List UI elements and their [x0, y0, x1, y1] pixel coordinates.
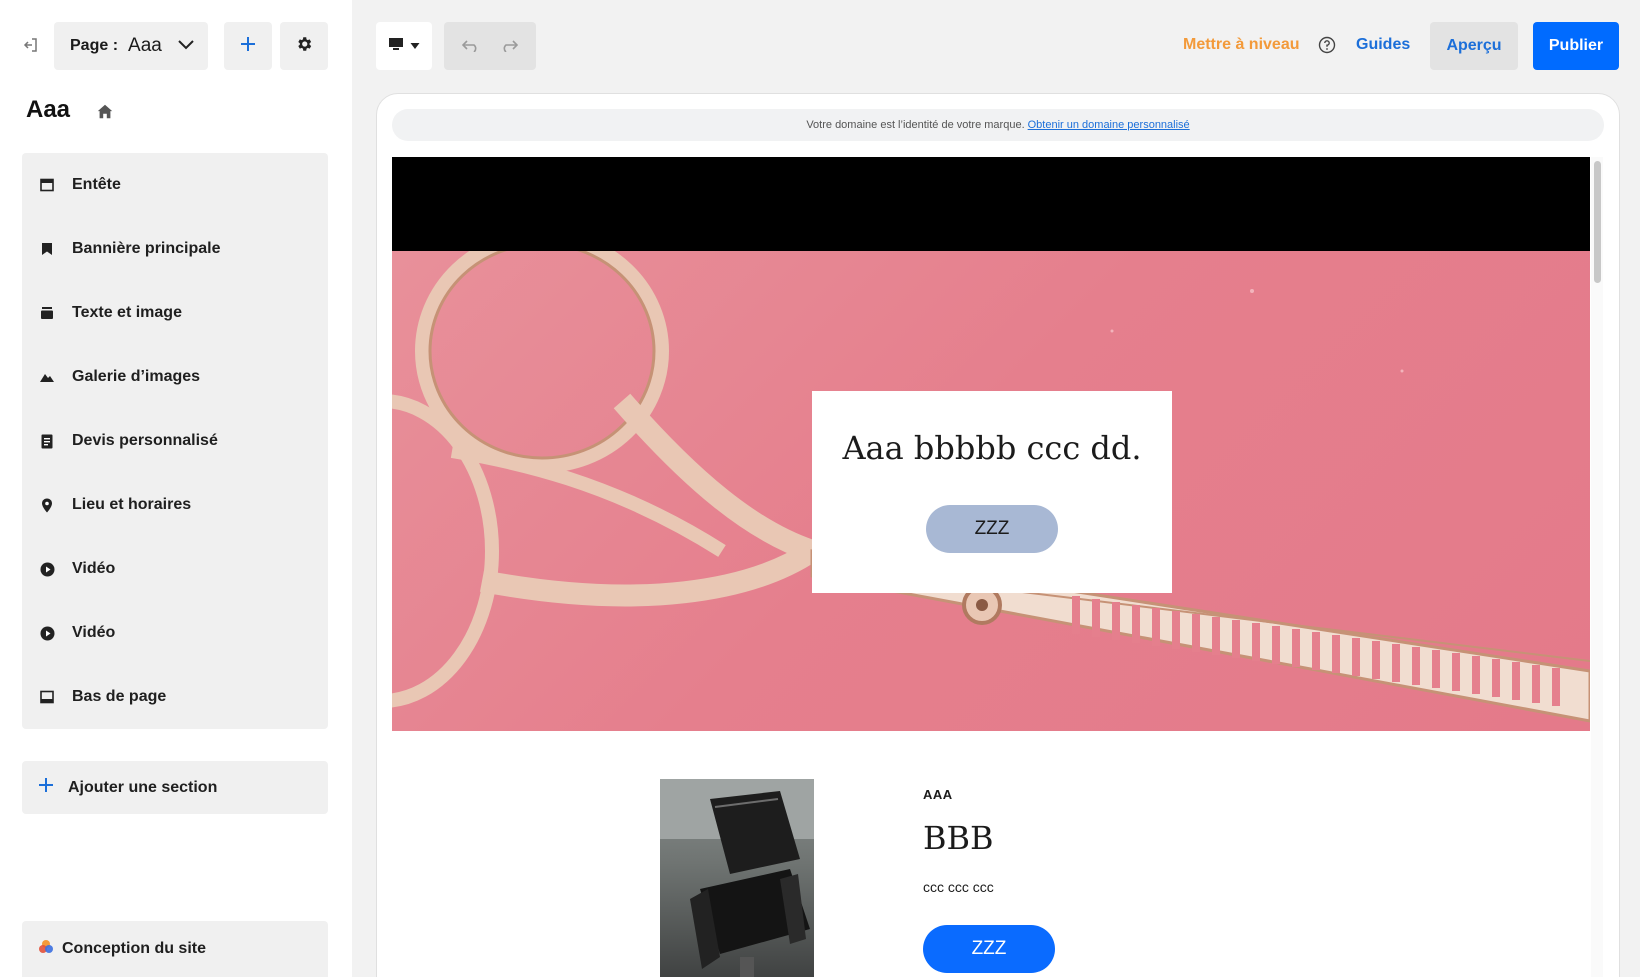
editor-canvas: Votre domaine est l’identité de votre ma…: [376, 93, 1620, 977]
text-image-section[interactable]: AAA BBB ccc ccc ccc ZZZ: [392, 731, 1590, 977]
section-item-label: Texte et image: [72, 304, 182, 321]
section-item-text-image[interactable]: Texte et image: [22, 281, 328, 345]
section-title[interactable]: BBB: [923, 819, 994, 857]
guides-link[interactable]: Guides: [1356, 36, 1410, 54]
preview-scrollbar[interactable]: [1591, 157, 1603, 977]
hero-banner[interactable]: Aaa bbbbb ccc dd. ZZZ: [392, 251, 1590, 731]
section-item-video[interactable]: Vidéo: [22, 537, 328, 601]
section-item-footer[interactable]: Bas de page: [22, 665, 328, 729]
section-item-location[interactable]: Lieu et horaires: [22, 473, 328, 537]
gear-icon: [295, 35, 313, 58]
undo-redo-group: [444, 22, 536, 70]
salon-chair-image[interactable]: [660, 779, 814, 977]
section-item-video-2[interactable]: Vidéo: [22, 601, 328, 665]
device-preview-toggle[interactable]: [376, 22, 432, 70]
section-item-label: Vidéo: [72, 560, 116, 577]
domain-notice-text: Votre domaine est l’identité de votre ma…: [806, 119, 1025, 131]
scrollbar-thumb[interactable]: [1594, 161, 1601, 283]
site-design-label: Conception du site: [62, 940, 206, 957]
chevron-down-icon: [178, 37, 194, 55]
section-item-label: Bannière principale: [72, 240, 221, 257]
bookmark-icon: [38, 240, 56, 258]
domain-notice-bar: Votre domaine est l’identité de votre ma…: [392, 109, 1604, 141]
plus-icon: [38, 777, 54, 798]
undo-icon[interactable]: [462, 40, 480, 52]
desktop-icon: [388, 37, 404, 56]
exit-icon[interactable]: [20, 34, 42, 56]
section-item-label: Vidéo: [72, 624, 116, 641]
page-select-value: Aaa: [128, 35, 162, 56]
hero-title[interactable]: Aaa bbbbb ccc dd.: [812, 429, 1172, 467]
section-item-label: Devis personnalisé: [72, 432, 218, 449]
section-item-label: Galerie d’images: [72, 368, 201, 385]
hero-cta-button[interactable]: ZZZ: [926, 505, 1058, 553]
site-header[interactable]: [392, 157, 1590, 251]
add-section-label: Ajouter une section: [68, 778, 218, 796]
sidebar: Page : Aaa Aaa Entête Bannière principal…: [0, 0, 352, 977]
upgrade-link[interactable]: Mettre à niveau: [1183, 36, 1299, 54]
caret-down-icon: [410, 37, 420, 55]
header-icon: [38, 176, 56, 194]
site-title: Aaa: [26, 96, 71, 123]
play-icon: [38, 560, 56, 578]
quote-form-icon: [38, 432, 56, 450]
section-item-gallery[interactable]: Galerie d’images: [22, 345, 328, 409]
text-image-icon: [38, 304, 56, 322]
section-list: Entête Bannière principale Texte et imag…: [22, 153, 328, 729]
page-select-label: Page :: [70, 37, 119, 54]
page-select[interactable]: Page : Aaa: [54, 22, 208, 70]
palette-icon: [38, 939, 54, 960]
custom-domain-link[interactable]: Obtenir un domaine personnalisé: [1028, 119, 1190, 131]
site-design-button[interactable]: Conception du site: [22, 921, 328, 977]
play-icon: [38, 624, 56, 642]
location-pin-icon: [38, 496, 56, 514]
section-item-label: Lieu et horaires: [72, 496, 192, 513]
section-item-quote[interactable]: Devis personnalisé: [22, 409, 328, 473]
footer-icon: [38, 688, 56, 706]
site-preview[interactable]: Aaa bbbbb ccc dd. ZZZ AAA BBB ccc ccc cc…: [392, 157, 1590, 977]
redo-icon[interactable]: [500, 40, 518, 52]
section-item-header[interactable]: Entête: [22, 153, 328, 217]
page-settings-button[interactable]: [280, 22, 328, 70]
hero-card[interactable]: Aaa bbbbb ccc dd. ZZZ: [812, 391, 1172, 593]
home-icon[interactable]: [96, 103, 116, 123]
section-body[interactable]: ccc ccc ccc: [923, 879, 994, 895]
section-cta-button[interactable]: ZZZ: [923, 925, 1055, 973]
section-eyebrow[interactable]: AAA: [923, 787, 953, 802]
section-item-label: Bas de page: [72, 688, 167, 705]
help-icon[interactable]: [1318, 36, 1338, 56]
mountain-icon: [38, 368, 56, 386]
publish-button[interactable]: Publier: [1533, 22, 1619, 70]
add-page-button[interactable]: [224, 22, 272, 70]
salon-chair-icon: [660, 779, 814, 977]
section-item-banner[interactable]: Bannière principale: [22, 217, 328, 281]
section-item-label: Entête: [72, 176, 121, 193]
plus-icon: [240, 36, 256, 57]
add-section-button[interactable]: Ajouter une section: [22, 761, 328, 814]
preview-button[interactable]: Aperçu: [1430, 22, 1518, 70]
